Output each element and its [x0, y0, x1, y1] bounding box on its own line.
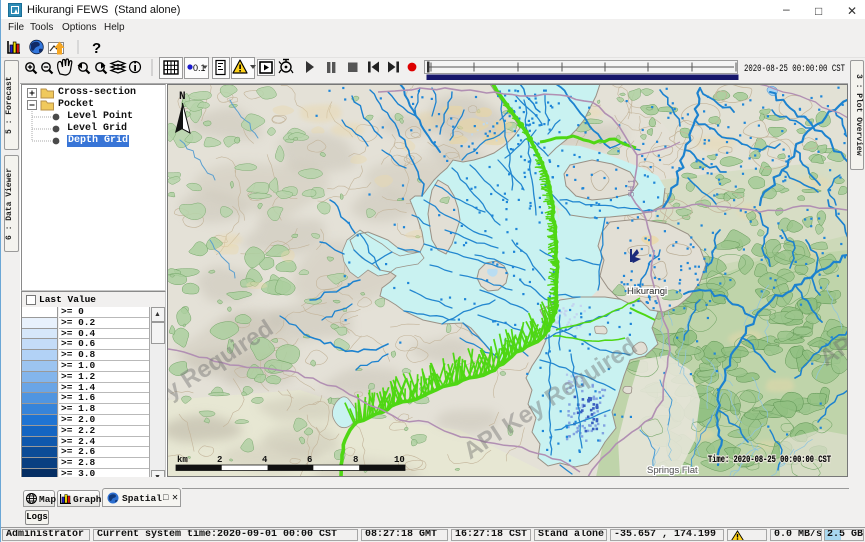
svg-text:Time: 2020-08-25 00:00:00 CST: Time: 2020-08-25 00:00:00 CST: [708, 454, 831, 466]
svg-text:km: km: [177, 455, 188, 465]
svg-text:SH 1: SH 1: [627, 179, 636, 197]
svg-text:4: 4: [262, 455, 268, 465]
svg-text:10: 10: [394, 455, 405, 465]
svg-text:2020-08-25 00:00:00 CST: 2020-08-25 00:00:00 CST: [744, 64, 845, 75]
svg-text:0.1: 0.1: [193, 63, 206, 73]
svg-text:8: 8: [353, 455, 358, 465]
svg-text:Springs Flat: Springs Flat: [647, 465, 698, 476]
svg-text:6: 6: [307, 455, 312, 465]
svg-text:2: 2: [217, 455, 222, 465]
svg-text:Hikurangi: Hikurangi: [627, 286, 667, 297]
svg-text:N: N: [179, 91, 186, 103]
